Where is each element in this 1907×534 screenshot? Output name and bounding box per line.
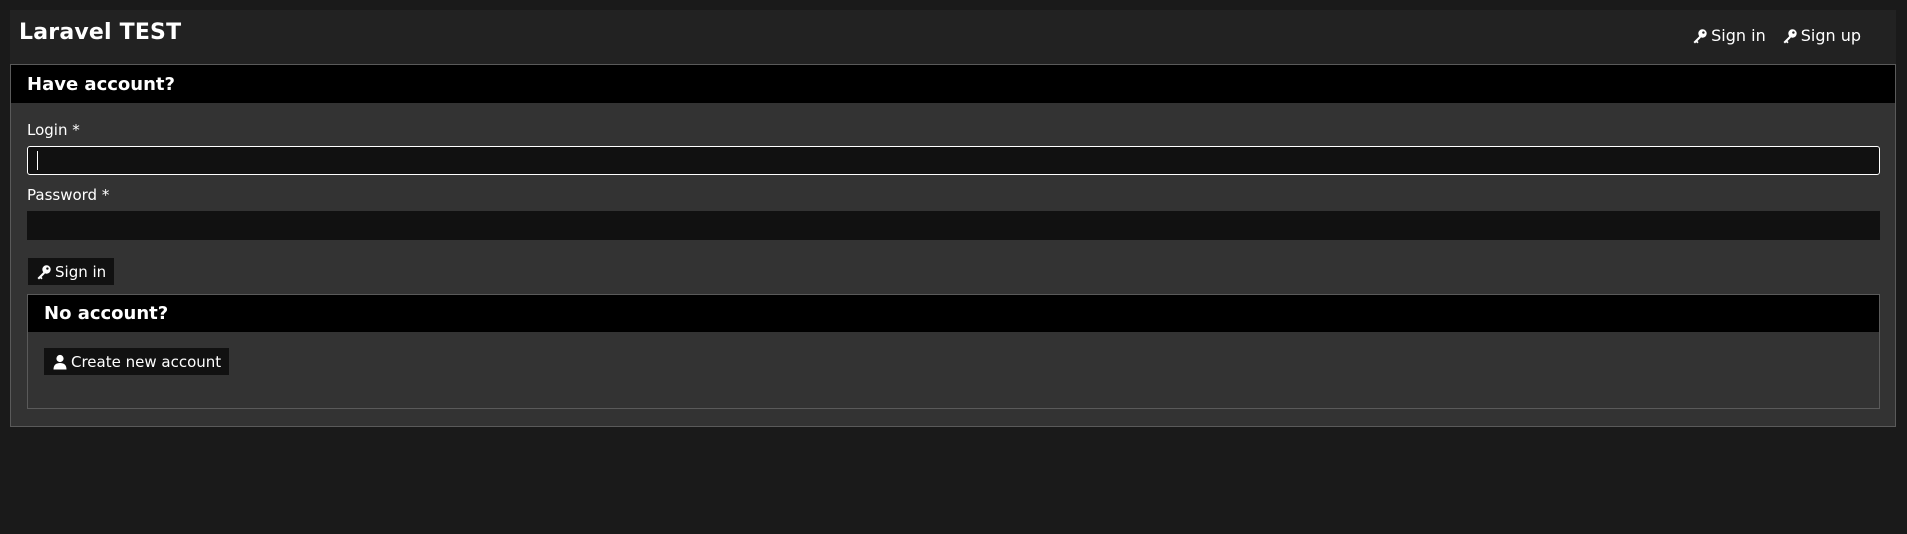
sign-in-button-label: Sign in	[55, 262, 107, 281]
create-account-button[interactable]: Create new account	[44, 348, 230, 375]
create-account-button-label: Create new account	[71, 352, 222, 371]
nav-sign-in-label: Sign in	[1711, 26, 1766, 45]
register-panel-heading: No account?	[28, 295, 1879, 332]
text-caret	[37, 151, 38, 170]
nav-sign-up-label: Sign up	[1800, 26, 1861, 45]
login-panel-heading: Have account?	[11, 65, 1895, 103]
key-icon	[1783, 28, 1797, 43]
brand-title[interactable]: Laravel TEST	[19, 20, 181, 45]
password-input[interactable]	[27, 211, 1880, 240]
login-panel: Have account? Login * Password * Sign in…	[10, 64, 1896, 427]
nav-sign-up-link[interactable]: Sign up	[1782, 26, 1861, 45]
key-icon	[37, 264, 51, 279]
nav-sign-in-link[interactable]: Sign in	[1692, 26, 1766, 45]
nav-links: Sign in Sign up	[1692, 26, 1861, 45]
login-field-label: Login *	[27, 121, 80, 139]
register-panel: No account? Create new account	[27, 294, 1880, 409]
password-field-label: Password *	[27, 186, 110, 204]
login-input[interactable]	[27, 146, 1880, 175]
top-navbar: Laravel TEST Sign in Sign up	[10, 10, 1896, 64]
key-icon	[1693, 28, 1707, 43]
user-icon	[53, 354, 67, 369]
sign-in-button[interactable]: Sign in	[28, 258, 115, 285]
